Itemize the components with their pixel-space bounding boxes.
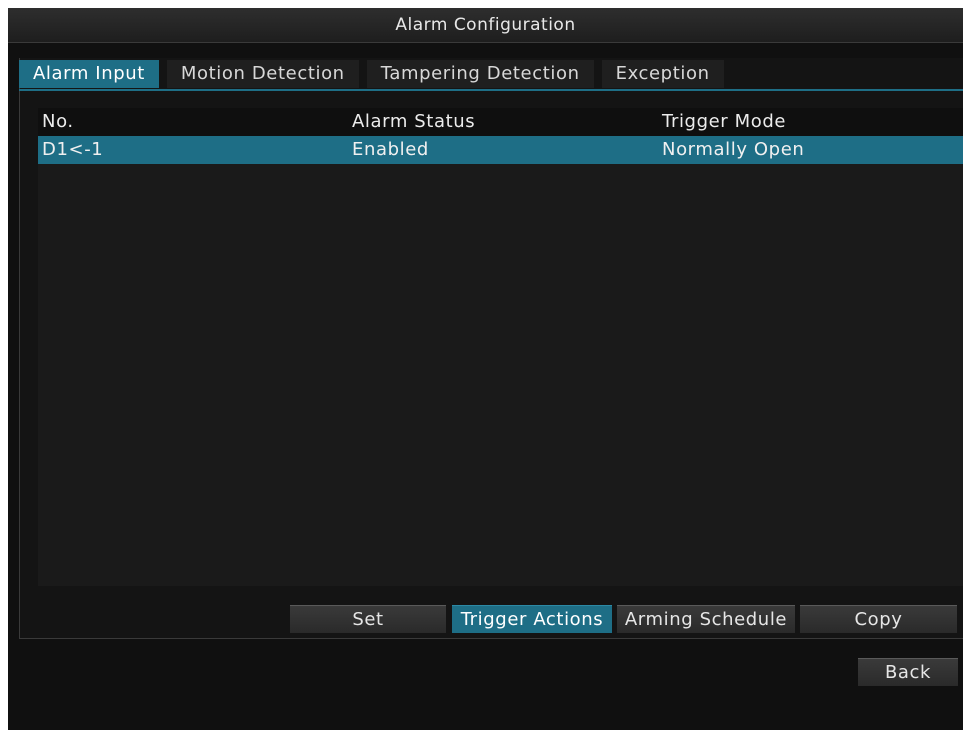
cell-no: D1<-1: [42, 139, 104, 160]
window-title: Alarm Configuration: [8, 8, 963, 43]
alarm-configuration-window: Alarm Configuration Alarm Input Motion D…: [8, 8, 963, 730]
cell-trigger-mode: Normally Open: [662, 139, 805, 160]
copy-button[interactable]: Copy: [800, 605, 957, 633]
column-header-no: No.: [42, 111, 74, 132]
trigger-actions-button[interactable]: Trigger Actions: [452, 605, 612, 633]
back-button[interactable]: Back: [858, 658, 958, 686]
tab-motion-detection[interactable]: Motion Detection: [166, 60, 359, 88]
tab-underline: [19, 89, 963, 91]
tab-alarm-input[interactable]: Alarm Input: [19, 60, 159, 88]
alarm-input-table: No. Alarm Status Trigger Mode D1<-1 Enab…: [38, 108, 963, 586]
cell-alarm-status: Enabled: [352, 139, 429, 160]
tab-tampering-detection[interactable]: Tampering Detection: [366, 60, 594, 88]
table-header: No. Alarm Status Trigger Mode: [38, 108, 963, 136]
column-header-trigger-mode: Trigger Mode: [662, 111, 787, 132]
tab-bar: Alarm Input Motion Detection Tampering D…: [19, 60, 732, 88]
arming-schedule-button[interactable]: Arming Schedule: [617, 605, 795, 633]
tab-exception[interactable]: Exception: [601, 60, 724, 88]
column-header-alarm-status: Alarm Status: [352, 111, 476, 132]
table-row[interactable]: D1<-1 Enabled Normally Open: [38, 136, 963, 164]
set-button[interactable]: Set: [290, 605, 446, 633]
